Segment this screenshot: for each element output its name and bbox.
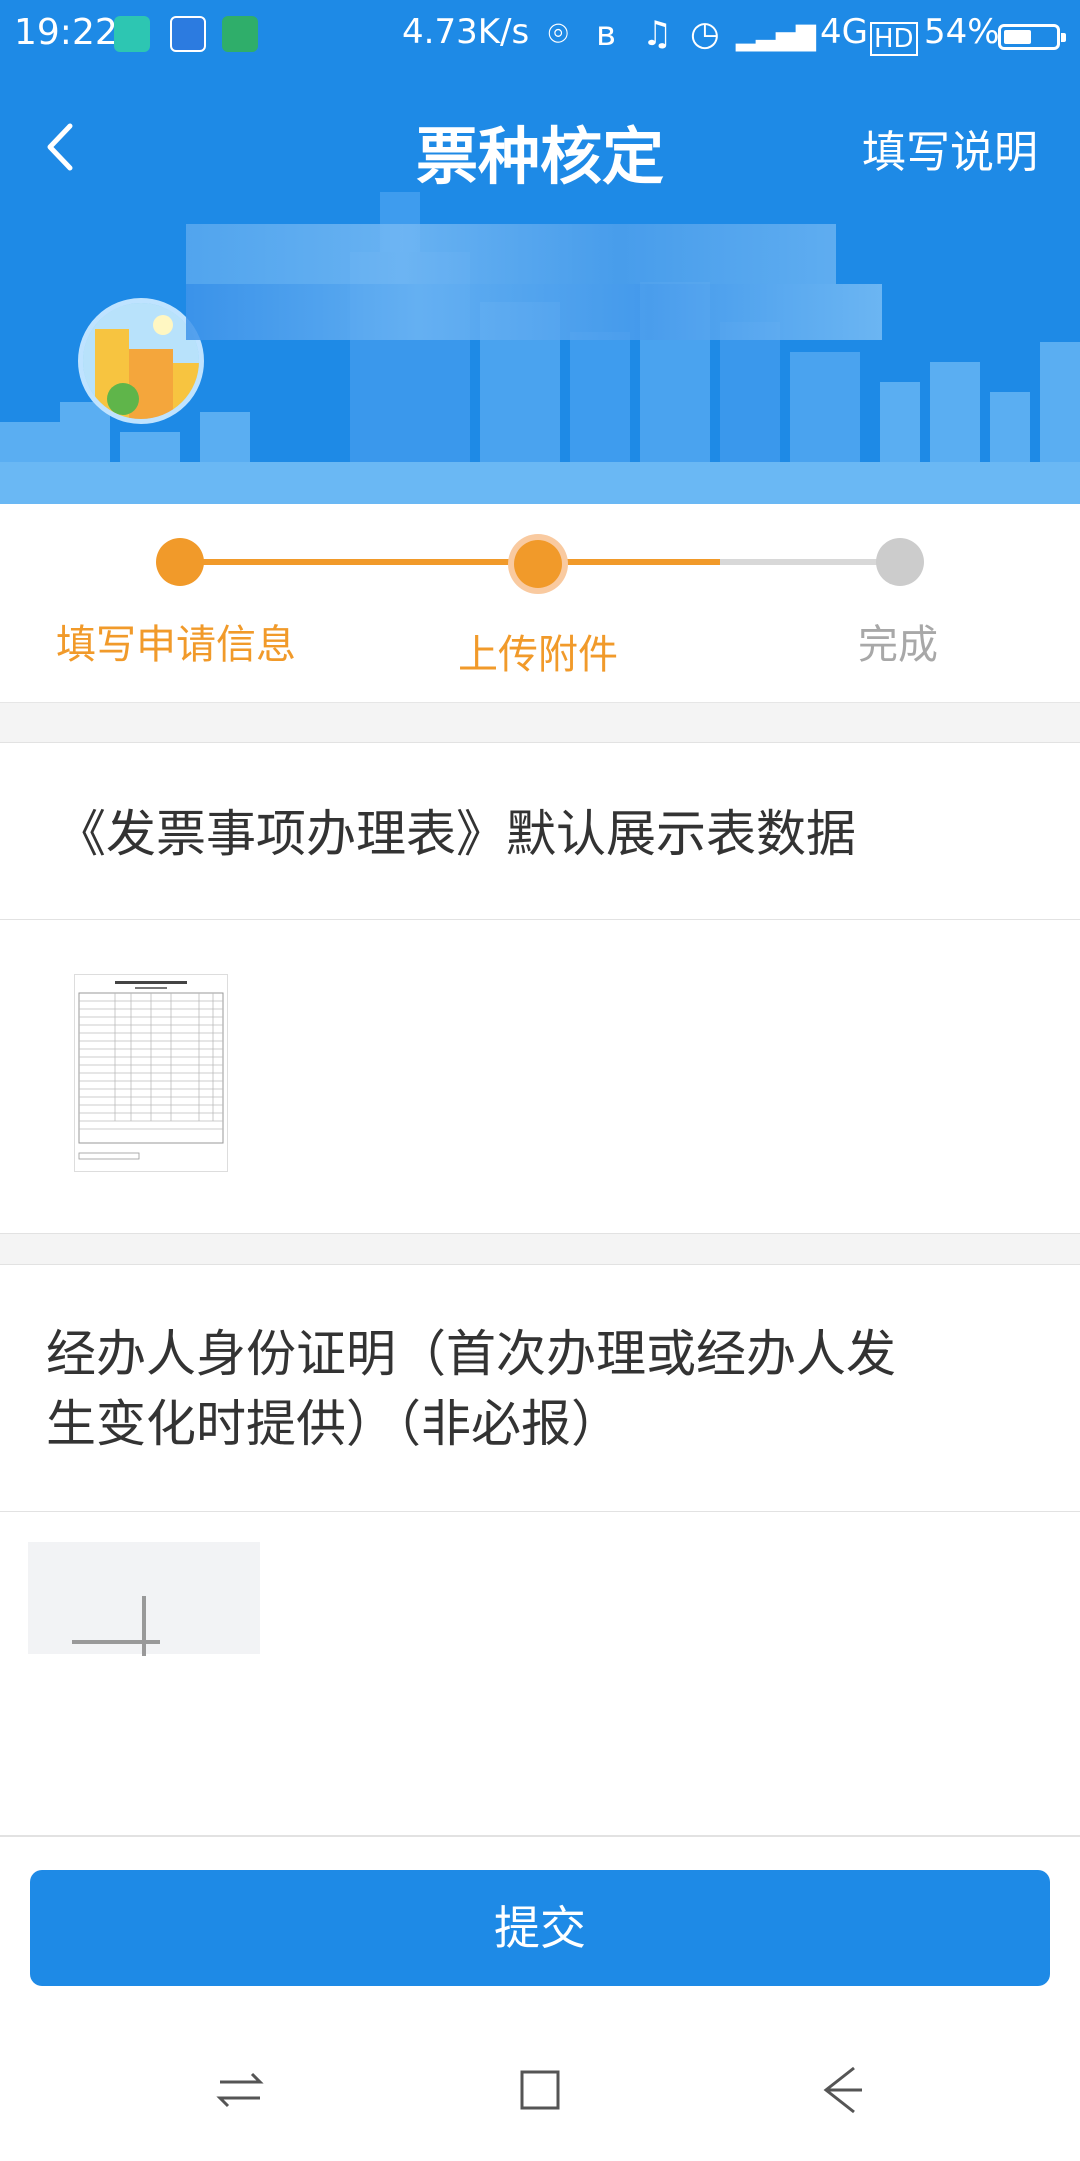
signal-icon: ▂▃▅▇ [736,22,816,52]
network-speed: 4.73K/s [402,12,530,52]
help-link[interactable]: 填写说明 [862,116,1038,180]
battery-percent: 54% [924,12,1000,52]
screenshot-icon [114,16,150,52]
message-icon [170,16,206,52]
battery-icon [998,24,1066,50]
location-icon: ⌾ [548,14,569,54]
hd-icon: HD [870,22,918,56]
home-icon[interactable] [510,2060,570,2120]
stepper-track-done [180,559,720,565]
hotspot-icon [222,16,258,52]
stepper-track-todo [720,559,900,565]
alarm-icon: ◷ [690,14,720,54]
mute-icon: ♫ [642,14,673,54]
section-title: 《发票事项办理表》默认展示表数据 [56,805,856,863]
step-dot-1 [156,538,204,586]
submit-button[interactable]: 提交 [30,1870,1050,1986]
section-title-line1: 经办人身份证明（首次办理或经办人发 [46,1325,896,1383]
bluetooth-icon: ʙ [596,14,616,54]
step-dot-2 [514,540,562,588]
step-label-1: 填写申请信息 [56,622,296,668]
plus-icon [72,1640,160,1644]
header-banner: 票种核定 填写说明 [0,72,1080,504]
progress-stepper: 填写申请信息 上传附件 完成 [0,504,1080,703]
back-nav-icon[interactable] [810,2060,870,2120]
plus-icon-vertical [142,1596,146,1656]
step-dot-3 [876,538,924,586]
section-divider [0,919,1080,920]
form-thumbnail[interactable] [74,974,228,1172]
step-label-2: 上传附件 [458,632,618,678]
step-label-3: 完成 [858,622,938,668]
network-type: 4G [820,12,868,52]
section-title-line2: 生变化时提供）（非必报） [46,1395,621,1453]
section-divider [0,1511,1080,1512]
status-time: 19:22 [14,12,118,53]
switch-apps-icon[interactable] [210,2060,270,2120]
status-bar: 19:22 4.73K/s ⌾ ʙ ♫ ◷ ▂▃▅▇ 4G HD 54% [0,0,1080,72]
user-name-redacted [186,224,836,284]
user-info-redacted [186,284,882,340]
